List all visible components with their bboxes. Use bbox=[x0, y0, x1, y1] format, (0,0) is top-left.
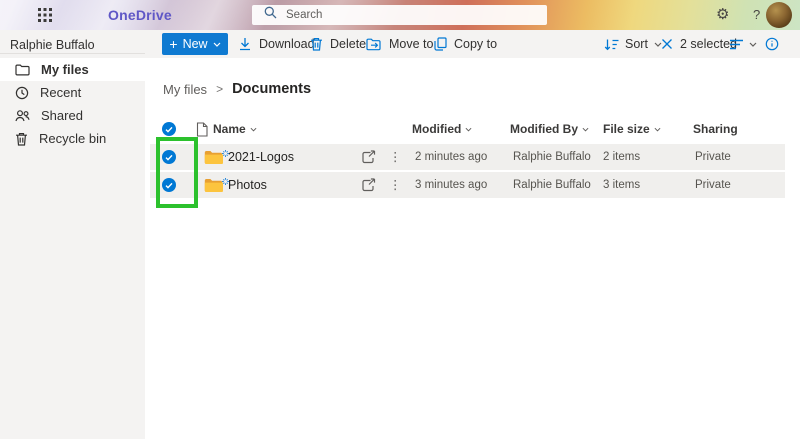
copy-to-label: Copy to bbox=[454, 37, 497, 51]
chevron-down-icon bbox=[213, 42, 221, 47]
close-icon bbox=[661, 38, 673, 50]
modified-by-value: Ralphie Buffalo bbox=[513, 179, 591, 191]
column-header-modified-by[interactable]: Modified By bbox=[510, 118, 589, 140]
breadcrumb: My files > Documents bbox=[163, 81, 311, 97]
chevron-down-icon bbox=[582, 127, 589, 132]
ellipsis-icon: ⋮ bbox=[389, 152, 402, 162]
file-name[interactable]: Photos bbox=[228, 178, 267, 192]
search-icon bbox=[264, 6, 277, 24]
sidebar-item-label: Shared bbox=[41, 108, 83, 123]
sharing-value: Private bbox=[695, 151, 731, 163]
sharing-value: Private bbox=[695, 179, 731, 191]
share-button[interactable] bbox=[361, 172, 376, 198]
file-row-2021-logos[interactable]: 2021-Logos ⋮ 2 minutes ago Ralphie Buffa… bbox=[150, 144, 785, 170]
view-options-button[interactable] bbox=[729, 30, 757, 58]
share-button[interactable] bbox=[361, 144, 376, 170]
file-size-value: 3 items bbox=[603, 179, 640, 191]
top-banner: OneDrive Search ⚙ ? bbox=[0, 0, 800, 30]
search-input[interactable]: Search bbox=[252, 5, 547, 25]
sidebar-divider bbox=[0, 53, 145, 54]
annotation-rectangle bbox=[156, 137, 198, 208]
clock-icon bbox=[15, 86, 29, 100]
column-label: Name bbox=[213, 122, 246, 136]
ellipsis-icon: ⋮ bbox=[389, 180, 402, 190]
view-options-icon bbox=[729, 39, 744, 50]
download-icon bbox=[238, 37, 252, 51]
modified-value: 3 minutes ago bbox=[415, 179, 487, 191]
breadcrumb-separator: > bbox=[216, 82, 223, 96]
sort-label: Sort bbox=[625, 37, 648, 51]
folder-icon bbox=[15, 64, 30, 76]
user-avatar[interactable] bbox=[766, 2, 792, 28]
new-button[interactable]: + New bbox=[162, 33, 228, 55]
chevron-down-icon bbox=[250, 127, 257, 132]
onedrive-logo-text[interactable]: OneDrive bbox=[108, 7, 172, 23]
help-icon[interactable]: ? bbox=[753, 7, 760, 22]
move-to-button[interactable]: Move to bbox=[366, 30, 433, 58]
column-label: Sharing bbox=[693, 122, 738, 136]
modified-value: 2 minutes ago bbox=[415, 151, 487, 163]
more-actions-button[interactable]: ⋮ bbox=[389, 172, 402, 198]
sidebar-nav: My files Recent Shared Recycle bin bbox=[0, 58, 145, 439]
column-label: File size bbox=[603, 122, 650, 136]
file-name[interactable]: 2021-Logos bbox=[228, 150, 294, 164]
select-all-checkbox[interactable] bbox=[162, 122, 176, 136]
copy-to-icon bbox=[434, 37, 447, 51]
file-list-header: Name Modified Modified By File size Shar… bbox=[150, 118, 785, 140]
sort-button[interactable]: Sort bbox=[604, 30, 662, 58]
sidebar-item-label: My files bbox=[41, 62, 89, 77]
delete-icon bbox=[310, 37, 323, 51]
plus-icon: + bbox=[169, 38, 177, 50]
app-launcher-waffle-icon[interactable] bbox=[38, 8, 52, 22]
chevron-down-icon bbox=[654, 127, 661, 132]
file-size-value: 2 items bbox=[603, 151, 640, 163]
search-placeholder: Search bbox=[286, 9, 322, 21]
check-icon bbox=[165, 126, 173, 133]
modified-by-value: Ralphie Buffalo bbox=[513, 151, 591, 163]
people-icon bbox=[15, 109, 30, 122]
document-icon bbox=[196, 122, 208, 137]
chevron-down-icon bbox=[465, 127, 472, 132]
sort-icon bbox=[604, 38, 619, 51]
settings-gear-icon[interactable]: ⚙ bbox=[716, 4, 729, 26]
breadcrumb-my-files[interactable]: My files bbox=[163, 82, 207, 97]
move-to-icon bbox=[366, 38, 382, 51]
chevron-down-icon bbox=[749, 42, 757, 47]
copy-to-button[interactable]: Copy to bbox=[434, 30, 497, 58]
sidebar-item-my-files[interactable]: My files bbox=[0, 58, 145, 81]
share-icon bbox=[361, 150, 376, 164]
download-button[interactable]: Download bbox=[238, 30, 315, 58]
column-label: Modified By bbox=[510, 122, 578, 136]
column-header-name[interactable]: Name bbox=[213, 118, 257, 140]
sidebar-item-shared[interactable]: Shared bbox=[0, 104, 145, 127]
column-header-sharing[interactable]: Sharing bbox=[693, 118, 738, 140]
column-label: Modified bbox=[412, 122, 461, 136]
info-icon bbox=[765, 37, 779, 51]
delete-button[interactable]: Delete bbox=[310, 30, 366, 58]
sidebar-item-recycle-bin[interactable]: Recycle bin bbox=[0, 127, 145, 150]
more-actions-button[interactable]: ⋮ bbox=[389, 144, 402, 170]
sidebar-item-label: Recent bbox=[40, 85, 81, 100]
clear-selection-button[interactable]: 2 selected bbox=[661, 30, 737, 58]
column-header-modified[interactable]: Modified bbox=[412, 118, 472, 140]
download-label: Download bbox=[259, 37, 315, 51]
onedrive-window: OneDrive Search ⚙ ? Ralphie Buffalo + Ne… bbox=[0, 0, 800, 439]
column-header-file-size[interactable]: File size bbox=[603, 118, 661, 140]
account-name-label: Ralphie Buffalo bbox=[10, 38, 95, 52]
sidebar-item-label: Recycle bin bbox=[39, 131, 106, 146]
sidebar-item-recent[interactable]: Recent bbox=[0, 81, 145, 104]
new-button-label: New bbox=[183, 37, 208, 51]
breadcrumb-current-documents: Documents bbox=[232, 81, 311, 97]
recycle-bin-icon bbox=[15, 132, 28, 146]
file-row-photos[interactable]: Photos ⋮ 3 minutes ago Ralphie Buffalo 3… bbox=[150, 172, 785, 198]
details-pane-button[interactable] bbox=[765, 30, 779, 58]
delete-label: Delete bbox=[330, 37, 366, 51]
move-to-label: Move to bbox=[389, 37, 433, 51]
share-icon bbox=[361, 178, 376, 192]
